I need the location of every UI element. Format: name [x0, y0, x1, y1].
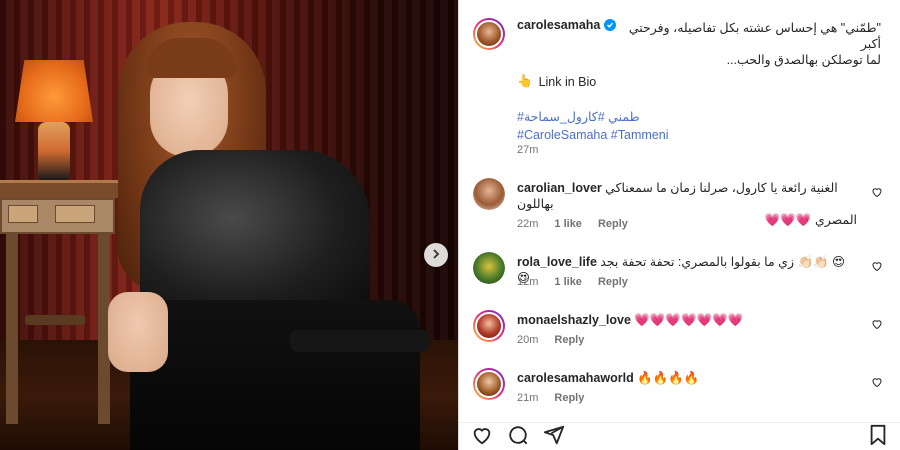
commenter-avatar[interactable] — [473, 368, 505, 400]
person-jacket — [140, 150, 370, 320]
commenter-avatar[interactable] — [473, 310, 505, 342]
commenter-avatar[interactable] — [473, 252, 505, 284]
comment-time: 21m — [517, 392, 539, 404]
commenter-avatar[interactable] — [473, 178, 505, 210]
next-photo-button[interactable] — [424, 243, 448, 267]
comment-username[interactable]: monaelshazly_love — [517, 313, 631, 327]
post-panel: carolesamaha "طمّني" هي إحساس عشته بكل ت… — [458, 0, 900, 450]
desk-drawer — [55, 205, 95, 223]
heart-icon[interactable] — [871, 260, 883, 275]
comment-username[interactable]: carolesamahaworld — [517, 371, 634, 385]
desk-leg — [6, 234, 18, 424]
comment-username[interactable]: rola_love_life — [517, 255, 597, 269]
comment-reply-button[interactable]: Reply — [554, 392, 584, 404]
author-avatar[interactable] — [473, 18, 505, 50]
comment-reply-button[interactable]: Reply — [554, 334, 584, 346]
comment-time: 20m — [517, 334, 539, 346]
instagram-post-view: carolesamaha "طمّني" هي إحساس عشته بكل ت… — [0, 0, 900, 450]
comment-time: 22m — [517, 218, 539, 230]
link-in-bio: 👆 Link in Bio — [517, 74, 596, 89]
hashtag-line[interactable]: #CaroleSamaha #Tammeni — [517, 126, 668, 144]
comment-body: carolesamahaworld 🔥🔥🔥🔥 — [517, 370, 857, 386]
comment-text: 🔥🔥🔥🔥 — [637, 371, 700, 385]
chair-seat — [290, 330, 430, 352]
heart-icon[interactable] — [871, 318, 883, 333]
save-button[interactable] — [868, 424, 888, 449]
comment-reply-button[interactable]: Reply — [598, 276, 628, 288]
comments-scroll-area[interactable]: carolesamaha "طمّني" هي إحساس عشته بكل ت… — [459, 0, 900, 422]
comment-likes[interactable]: 1 like — [554, 218, 582, 230]
person-legs — [130, 300, 420, 450]
heart-icon[interactable] — [871, 186, 883, 201]
comment-button[interactable] — [507, 424, 529, 449]
bookmark-icon — [868, 424, 888, 449]
post-action-bar — [459, 422, 900, 450]
caption-line: لما توصلكن بهالصدق والحب... — [726, 53, 881, 67]
comment-meta: 22m 1 like Reply — [517, 218, 628, 230]
comment-meta: 20m Reply — [517, 334, 584, 346]
share-button[interactable] — [543, 424, 565, 449]
comment-time: 12m — [517, 276, 539, 288]
comment-username[interactable]: carolian_lover — [517, 181, 602, 195]
link-in-bio-text: Link in Bio — [538, 74, 597, 89]
pointing-up-icon: 👆 — [517, 74, 533, 88]
like-button[interactable] — [471, 424, 493, 449]
send-icon — [543, 424, 565, 449]
chevron-right-icon — [431, 248, 441, 262]
verified-badge-icon — [604, 19, 617, 31]
desk-drawer — [8, 205, 38, 223]
author-username[interactable]: carolesamaha — [517, 18, 600, 32]
comment-body: monaelshazly_love 💗💗💗💗💗💗💗 — [517, 312, 857, 328]
hashtag-line[interactable]: #طمني #كارول_سماحة — [517, 108, 668, 126]
person-hands — [108, 292, 168, 372]
comment-icon — [507, 424, 529, 449]
heart-icon — [471, 424, 493, 449]
person-bangs — [146, 38, 236, 78]
comment-likes[interactable]: 1 like — [554, 276, 582, 288]
comment-text: 💗💗💗💗💗💗💗 — [634, 313, 744, 327]
author-line: carolesamaha — [517, 18, 617, 32]
lamp-base — [38, 122, 70, 180]
caption-text: "طمّني" هي إحساس عشته بكل تفاصيله، وفرحت… — [621, 20, 881, 68]
post-time: 27m — [517, 144, 539, 156]
hashtags: #طمني #كارول_سماحة #CaroleSamaha #Tammen… — [517, 108, 668, 144]
caption-line: "طمّني" هي إحساس عشته بكل تفاصيله، وفرحت… — [628, 21, 881, 51]
post-photo — [0, 0, 458, 450]
lamp-shade — [15, 60, 93, 122]
comment-meta: 12m 1 like Reply — [517, 276, 628, 288]
heart-icon[interactable] — [871, 376, 883, 391]
stool — [25, 315, 85, 325]
comment-reply-button[interactable]: Reply — [598, 218, 628, 230]
comment-meta: 21m Reply — [517, 392, 584, 404]
